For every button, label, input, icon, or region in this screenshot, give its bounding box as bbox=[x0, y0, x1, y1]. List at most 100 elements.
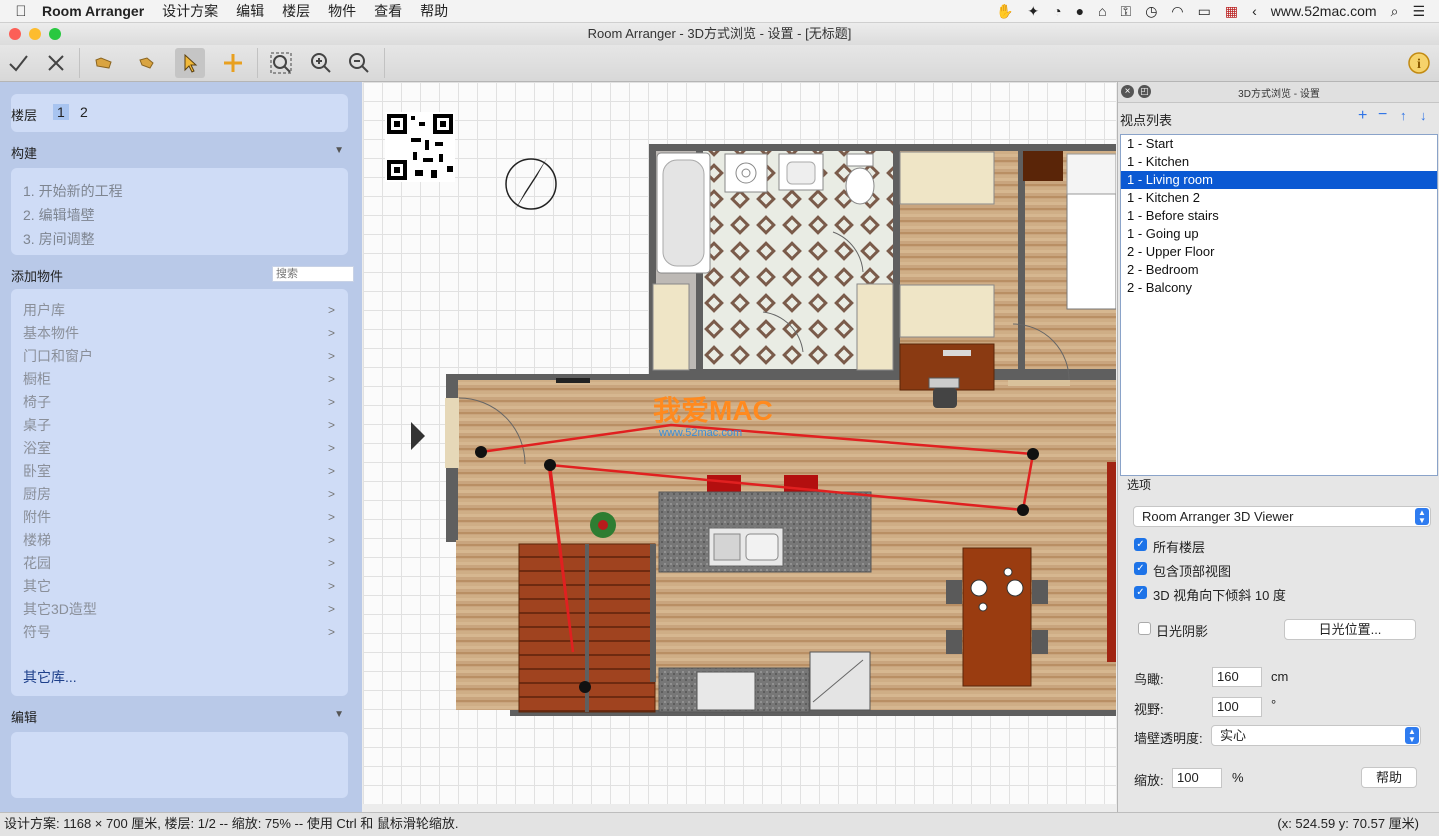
wifi-lock-icon[interactable]: ⌂ bbox=[1098, 3, 1106, 19]
key-icon[interactable]: ⚿ bbox=[1121, 3, 1132, 20]
build-collapse-icon[interactable]: ▼ bbox=[334, 145, 344, 156]
add-plus-icon[interactable] bbox=[218, 48, 248, 78]
apple-icon[interactable]:  bbox=[0, 3, 42, 20]
toilet[interactable] bbox=[845, 167, 875, 205]
viewpoint-item[interactable]: 2 - Bedroom bbox=[1121, 261, 1437, 279]
cursor-coordinates: (x: 524.59 y: 70.57 厘米) bbox=[1277, 816, 1419, 831]
all-floors-checkbox[interactable]: ✓ bbox=[1134, 538, 1147, 551]
qq-icon[interactable]: ● bbox=[1076, 3, 1084, 19]
move-up-icon[interactable]: ↑ bbox=[1400, 108, 1407, 123]
zoom-window-button[interactable] bbox=[49, 28, 61, 40]
viewpoint-item[interactable]: 2 - Balcony bbox=[1121, 279, 1437, 297]
library-item[interactable]: 用户库 > bbox=[23, 299, 335, 321]
library-item[interactable]: 浴室 > bbox=[23, 437, 335, 459]
step-adjust-rooms[interactable]: 3. 房间调整 bbox=[23, 229, 95, 249]
transparency-label: 墙壁透明度: bbox=[1134, 731, 1203, 746]
panel-title: 3D方式浏览 - 设置 bbox=[1238, 89, 1320, 100]
viewpoint-list[interactable]: 1 - Start 1 - Kitchen 1 - Living room 1 - K… bbox=[1120, 134, 1438, 476]
menu-object[interactable]: 物件 bbox=[328, 1, 356, 21]
menu-edit[interactable]: 编辑 bbox=[236, 1, 264, 21]
library-item[interactable]: 橱柜 > bbox=[23, 368, 335, 390]
battery-icon[interactable]: ▭ bbox=[1198, 3, 1211, 20]
library-item[interactable]: 桌子 > bbox=[23, 414, 335, 436]
tool-status-icon[interactable]: ✦ bbox=[1027, 3, 1039, 20]
library-item[interactable]: 其它3D造型 > bbox=[23, 598, 335, 620]
bidet[interactable] bbox=[724, 153, 768, 193]
search-icon[interactable]: ⌕ bbox=[1391, 3, 1399, 20]
info-icon[interactable]: i bbox=[1404, 48, 1434, 78]
birdseye-label: 鸟瞰: bbox=[1134, 672, 1164, 687]
viewpoint-item[interactable]: 1 - Kitchen bbox=[1121, 153, 1437, 171]
hand-status-icon[interactable]: ✋ bbox=[996, 3, 1013, 20]
library-item[interactable]: 门口和窗户 > bbox=[23, 345, 335, 367]
object-search-input[interactable] bbox=[272, 266, 354, 282]
library-item-label: 附件 bbox=[23, 509, 51, 525]
object-library-box: 用户库 > 基本物件 > 门口和窗户 > 橱柜 > 椅子 > 桌子 > 浴室 > 卧室 > 厨房 > 附件 > 楼梯 > 花… bbox=[11, 289, 348, 696]
zoom-out-icon[interactable] bbox=[344, 48, 374, 78]
library-item[interactable]: 椅子 > bbox=[23, 391, 335, 413]
history-icon[interactable]: ◷ bbox=[1145, 3, 1157, 20]
floor-plan-canvas[interactable]: 我爱MAC www.52mac.com bbox=[363, 82, 1116, 804]
zoom-fit-icon[interactable] bbox=[266, 48, 296, 78]
close-window-button[interactable] bbox=[9, 28, 21, 40]
open-folder-icon[interactable] bbox=[89, 48, 119, 78]
menu-floor[interactable]: 楼层 bbox=[282, 1, 310, 21]
viewpoint-item[interactable]: 1 - Going up bbox=[1121, 225, 1437, 243]
viewpoint-item[interactable]: 1 - Living room bbox=[1121, 171, 1437, 189]
fov-input[interactable]: 100 bbox=[1212, 697, 1262, 717]
viewer-select[interactable]: Room Arranger 3D Viewer ▲ ▼ bbox=[1133, 506, 1431, 527]
floor-1-button[interactable]: 1 bbox=[53, 104, 69, 120]
select-arrow-icon[interactable] bbox=[175, 48, 205, 78]
edit-collapse-icon[interactable]: ▼ bbox=[334, 709, 344, 720]
viewpoint-item[interactable]: 1 - Kitchen 2 bbox=[1121, 189, 1437, 207]
birdseye-input[interactable]: 160 bbox=[1212, 667, 1262, 687]
menu-file[interactable]: 设计方案 bbox=[162, 1, 218, 21]
bar-stool[interactable] bbox=[707, 475, 741, 493]
library-item[interactable]: 楼梯 > bbox=[23, 529, 335, 551]
menu-app-name[interactable]: Room Arranger bbox=[42, 3, 144, 19]
library-item[interactable]: 其它 > bbox=[23, 575, 335, 597]
step-edit-walls[interactable]: 2. 编辑墙壁 bbox=[23, 205, 95, 225]
menu-help[interactable]: 帮助 bbox=[420, 1, 448, 21]
flag-icon[interactable]: ▦ bbox=[1225, 3, 1238, 20]
top-view-checkbox[interactable]: ✓ bbox=[1134, 562, 1147, 575]
help-button[interactable]: 帮助 bbox=[1361, 767, 1417, 788]
menu-view[interactable]: 查看 bbox=[374, 1, 402, 21]
office-chair[interactable] bbox=[933, 388, 957, 408]
library-item[interactable]: 厨房 > bbox=[23, 483, 335, 505]
zoom-input[interactable]: 100 bbox=[1172, 768, 1222, 788]
dining-table[interactable] bbox=[962, 547, 1032, 687]
library-item[interactable]: 符号 > bbox=[23, 621, 335, 643]
library-item[interactable]: 卧室 > bbox=[23, 460, 335, 482]
step-new-project[interactable]: 1. 开始新的工程 bbox=[23, 181, 123, 201]
move-down-icon[interactable]: ↓ bbox=[1420, 108, 1427, 123]
cancel-icon[interactable] bbox=[41, 48, 71, 78]
stove[interactable] bbox=[696, 671, 756, 711]
viewpoint-item[interactable]: 1 - Before stairs bbox=[1121, 207, 1437, 225]
zoom-in-icon[interactable] bbox=[306, 48, 336, 78]
wifi-icon[interactable]: ◠ bbox=[1171, 3, 1183, 20]
other-library-link[interactable]: 其它库... bbox=[23, 667, 77, 687]
chevron-right-icon: > bbox=[327, 372, 335, 386]
timer-icon[interactable]: ◔ bbox=[1053, 3, 1061, 19]
list-icon[interactable]: ☰ bbox=[1412, 3, 1425, 20]
library-item[interactable]: 基本物件 > bbox=[23, 322, 335, 344]
tilt-checkbox[interactable]: ✓ bbox=[1134, 586, 1147, 599]
library-item[interactable]: 附件 > bbox=[23, 506, 335, 528]
floor-plan[interactable]: 我爱MAC www.52mac.com bbox=[363, 82, 1116, 804]
library-item-label: 门口和窗户 bbox=[23, 348, 93, 364]
viewpoint-item[interactable]: 2 - Upper Floor bbox=[1121, 243, 1437, 261]
check-icon[interactable] bbox=[3, 48, 33, 78]
minimize-window-button[interactable] bbox=[29, 28, 41, 40]
transparency-select[interactable]: 实心 ▲ ▼ bbox=[1211, 725, 1421, 746]
fridge[interactable] bbox=[809, 651, 871, 711]
library-item[interactable]: 花园 > bbox=[23, 552, 335, 574]
viewpoint-item[interactable]: 1 - Start bbox=[1121, 135, 1437, 153]
back-circle-icon[interactable]: ‹ bbox=[1252, 3, 1257, 19]
sun-position-button[interactable]: 日光位置... bbox=[1284, 619, 1416, 640]
hand-icon[interactable] bbox=[131, 48, 161, 78]
remove-viewpoint-icon[interactable]: − bbox=[1378, 106, 1387, 124]
floor-2-button[interactable]: 2 bbox=[80, 104, 88, 120]
add-viewpoint-icon[interactable]: + bbox=[1358, 107, 1367, 125]
sun-shadow-checkbox[interactable] bbox=[1138, 622, 1151, 635]
